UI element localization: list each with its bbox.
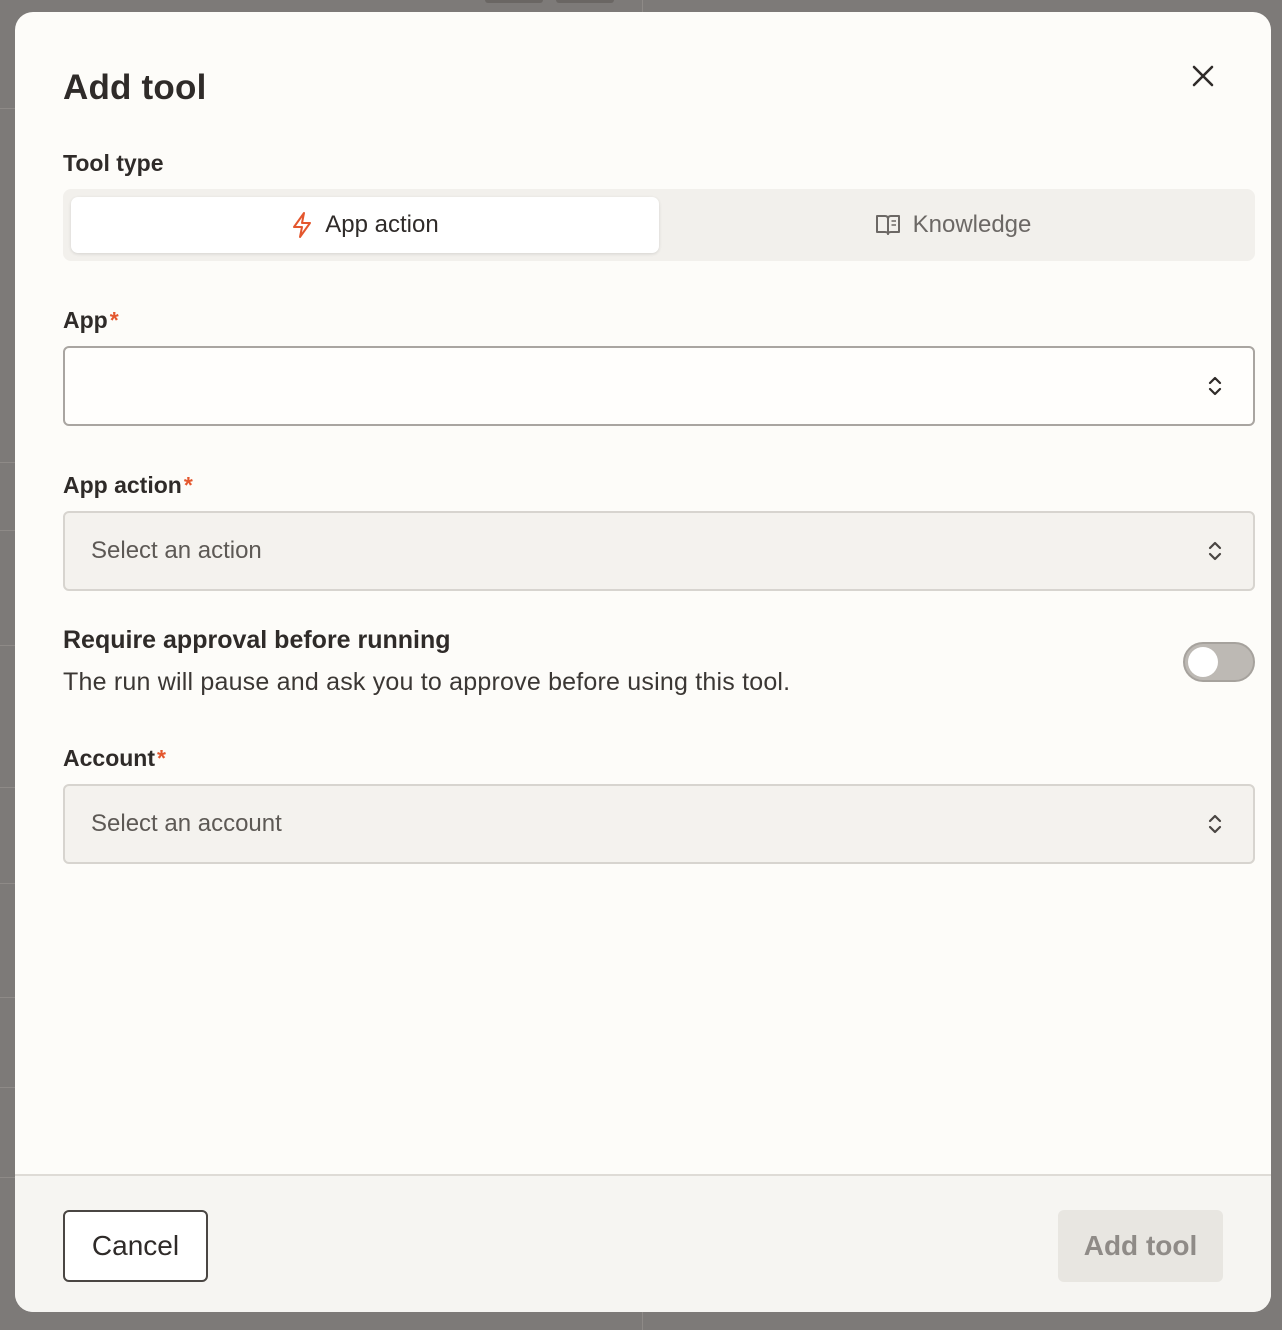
backdrop-divider xyxy=(0,1087,15,1088)
app-action-select[interactable]: Select an action xyxy=(63,511,1255,591)
app-label-text: App xyxy=(63,307,108,333)
backdrop-divider xyxy=(0,883,15,884)
account-field-label: Account* xyxy=(63,745,166,772)
backdrop-divider xyxy=(0,997,15,998)
dialog-footer: Cancel Add tool xyxy=(15,1174,1271,1312)
backdrop-divider xyxy=(0,530,15,531)
approval-title: Require approval before running xyxy=(63,626,451,654)
backdrop-divider xyxy=(0,645,15,646)
backdrop-divider xyxy=(0,462,15,463)
backdrop-divider xyxy=(0,787,15,788)
cancel-button[interactable]: Cancel xyxy=(63,1210,208,1282)
tool-type-label: Tool type xyxy=(63,150,164,176)
account-placeholder: Select an account xyxy=(91,810,282,837)
app-action-label-text: App action xyxy=(63,472,182,498)
account-label-text: Account xyxy=(63,745,155,771)
required-marker: * xyxy=(109,307,119,333)
app-field-label: App* xyxy=(63,307,119,334)
add-tool-button[interactable]: Add tool xyxy=(1058,1210,1223,1282)
close-button[interactable] xyxy=(1185,58,1221,94)
book-icon xyxy=(875,215,900,235)
tab-app-action[interactable]: App action xyxy=(71,197,659,253)
required-marker: * xyxy=(157,745,166,771)
close-icon xyxy=(1192,65,1214,87)
app-action-placeholder: Select an action xyxy=(91,537,262,564)
tab-knowledge[interactable]: Knowledge xyxy=(659,197,1247,253)
require-approval-toggle[interactable] xyxy=(1183,642,1255,682)
account-select[interactable]: Select an account xyxy=(63,784,1255,864)
add-tool-dialog: Add tool Tool type App action Knowledge … xyxy=(15,12,1271,1312)
chevron-up-down-icon xyxy=(1207,539,1223,563)
app-select[interactable] xyxy=(63,346,1255,426)
backdrop-divider xyxy=(0,1177,15,1178)
tool-type-selector: App action Knowledge xyxy=(63,189,1255,261)
backdrop-divider xyxy=(0,108,15,109)
approval-description: The run will pause and ask you to approv… xyxy=(63,668,791,696)
toggle-knob xyxy=(1188,647,1218,677)
lightning-icon xyxy=(293,212,312,238)
dialog-title: Add tool xyxy=(63,68,207,107)
required-marker: * xyxy=(183,472,193,498)
tab-knowledge-label: Knowledge xyxy=(912,211,1032,238)
backdrop-tab xyxy=(556,0,614,3)
tab-app-action-label: App action xyxy=(325,211,439,238)
chevron-up-down-icon xyxy=(1207,374,1223,398)
backdrop-tab xyxy=(485,0,543,3)
chevron-up-down-icon xyxy=(1207,812,1223,836)
app-action-field-label: App action* xyxy=(63,472,193,499)
